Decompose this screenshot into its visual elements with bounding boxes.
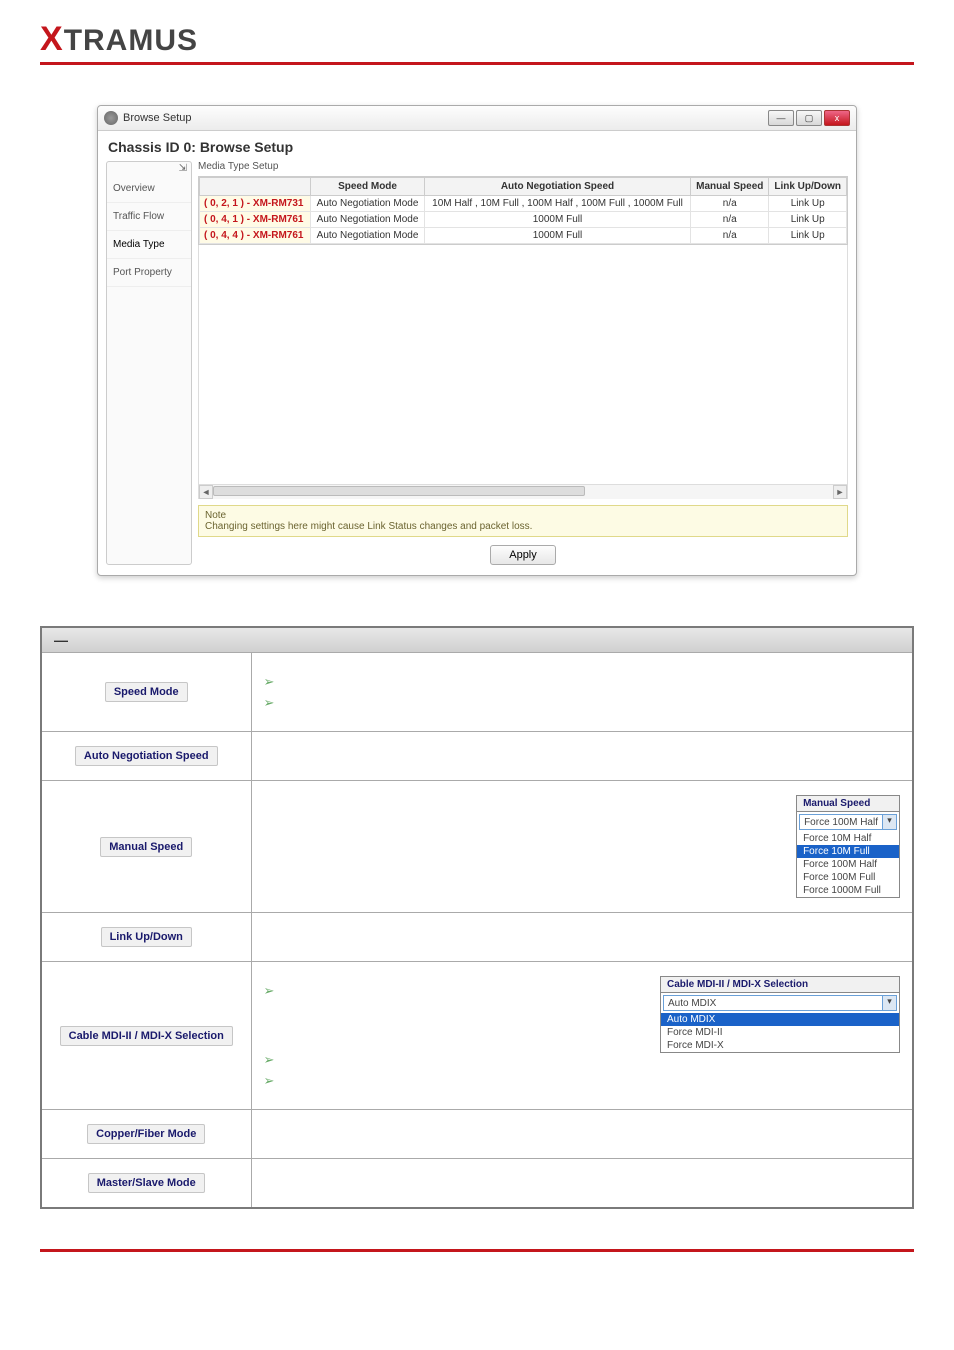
window-minimize-button[interactable]: — xyxy=(768,110,794,126)
apply-button[interactable]: Apply xyxy=(490,545,556,565)
cell-port: ( 0, 2, 1 ) - XM-RM731 xyxy=(200,196,311,212)
desc-link xyxy=(251,913,913,962)
content-label: Media Type Setup xyxy=(198,161,848,172)
chevron-down-icon: ▾ xyxy=(882,815,896,829)
scroll-right-icon[interactable]: ► xyxy=(833,485,847,499)
option[interactable]: Force 100M Half xyxy=(797,858,899,871)
col-speed-mode: Speed Mode xyxy=(311,178,425,196)
cell-link: Link Up xyxy=(769,228,847,244)
cable-select[interactable]: Auto MDIX ▾ xyxy=(663,995,897,1011)
chassis-heading: Chassis ID 0: Browse Setup xyxy=(108,139,848,155)
label-link: Link Up/Down xyxy=(101,927,192,947)
option[interactable]: Force MDI-II xyxy=(661,1026,899,1039)
sidebar-item-media-type[interactable]: Media Type xyxy=(107,231,191,259)
sidebar-item-port-property[interactable]: Port Property xyxy=(107,259,191,287)
cell-link: Link Up xyxy=(769,196,847,212)
option[interactable]: Auto MDIX xyxy=(661,1013,899,1026)
manual-speed-panel: Manual Speed Force 100M Half ▾ Force 10M… xyxy=(796,795,900,898)
label-speed-mode: Speed Mode xyxy=(105,682,188,702)
note-title: Note xyxy=(205,510,841,521)
logo-text: TRAMUS xyxy=(64,24,198,57)
table-row[interactable]: ( 0, 2, 1 ) - XM-RM731 Auto Negotiation … xyxy=(200,196,847,212)
cell-link: Link Up xyxy=(769,212,847,228)
col-manual: Manual Speed xyxy=(691,178,769,196)
col-link: Link Up/Down xyxy=(769,178,847,196)
label-master: Master/Slave Mode xyxy=(88,1173,205,1193)
gear-icon xyxy=(104,111,118,125)
label-copper: Copper/Fiber Mode xyxy=(87,1124,205,1144)
scroll-track[interactable] xyxy=(213,485,833,499)
cell-mode: Auto Negotiation Mode xyxy=(311,212,425,228)
cell-manual: n/a xyxy=(691,196,769,212)
desc-copper xyxy=(251,1110,913,1159)
note-box: Note Changing settings here might cause … xyxy=(198,505,848,537)
window-maximize-button[interactable]: ▢ xyxy=(796,110,822,126)
desc-speed-mode: ➢ ➢ xyxy=(251,653,913,732)
cell-port: ( 0, 4, 4 ) - XM-RM761 xyxy=(200,228,311,244)
note-body: Changing settings here might cause Link … xyxy=(205,521,841,532)
browse-setup-window: Browse Setup — ▢ x Chassis ID 0: Browse … xyxy=(97,105,857,576)
cable-panel: Cable MDI-II / MDI-X Selection Auto MDIX… xyxy=(660,976,900,1053)
select-value: Auto MDIX xyxy=(664,997,882,1010)
manual-speed-select[interactable]: Force 100M Half ▾ xyxy=(799,814,897,830)
window-close-button[interactable]: x xyxy=(824,110,850,126)
table-row[interactable]: ( 0, 4, 4 ) - XM-RM761 Auto Negotiation … xyxy=(200,228,847,244)
cell-auto: 10M Half , 10M Full , 100M Half , 100M F… xyxy=(424,196,690,212)
sidebar-item-traffic-flow[interactable]: Traffic Flow xyxy=(107,203,191,231)
cell-manual: n/a xyxy=(691,212,769,228)
bullet-icon: ➢ xyxy=(264,984,275,997)
desc-header: — xyxy=(41,627,913,653)
bullet-icon: ➢ xyxy=(264,696,275,709)
col-port xyxy=(200,178,311,196)
cell-manual: n/a xyxy=(691,228,769,244)
footer-rule xyxy=(40,1249,914,1252)
bullet-icon: ➢ xyxy=(264,1053,275,1066)
brand-header: XTRAMUS xyxy=(40,0,914,62)
table-blank-area xyxy=(198,245,848,485)
label-cable: Cable MDI-II / MDI-X Selection xyxy=(60,1026,233,1046)
scroll-thumb[interactable] xyxy=(213,486,585,496)
horizontal-scrollbar[interactable]: ◄ ► xyxy=(198,485,848,499)
content-area: Media Type Setup Speed Mode Auto Negotia… xyxy=(198,161,848,565)
window-titlebar: Browse Setup — ▢ x xyxy=(98,106,856,131)
sidebar: ⇲ Overview Traffic Flow Media Type Port … xyxy=(106,161,192,565)
logo: XTRAMUS xyxy=(40,20,198,59)
bullet-icon: ➢ xyxy=(264,1074,275,1087)
pin-icon[interactable]: ⇲ xyxy=(175,162,191,175)
header-rule xyxy=(40,62,914,65)
label-auto-neg: Auto Negotiation Speed xyxy=(75,746,218,766)
option[interactable]: Force 100M Full xyxy=(797,871,899,884)
chevron-down-icon: ▾ xyxy=(882,996,896,1010)
header-dash: — xyxy=(54,632,68,648)
desc-manual-speed: Manual Speed Force 100M Half ▾ Force 10M… xyxy=(251,781,913,913)
window-title: Browse Setup xyxy=(123,112,191,124)
select-value: Force 100M Half xyxy=(800,816,882,829)
description-table: — Speed Mode ➢ ➢ Auto Negotiation Speed … xyxy=(40,626,914,1209)
bullet-icon: ➢ xyxy=(264,675,275,688)
option[interactable]: Force 10M Full xyxy=(797,845,899,858)
desc-cable: ➢ ➢ ➢ Cable MDI-II / MDI-X Selection Aut… xyxy=(251,962,913,1110)
desc-master xyxy=(251,1159,913,1209)
panel-title: Manual Speed xyxy=(797,796,899,812)
cell-port: ( 0, 4, 1 ) - XM-RM761 xyxy=(200,212,311,228)
label-manual-speed: Manual Speed xyxy=(100,837,192,857)
cell-mode: Auto Negotiation Mode xyxy=(311,196,425,212)
col-auto-neg: Auto Negotiation Speed xyxy=(424,178,690,196)
scroll-left-icon[interactable]: ◄ xyxy=(199,485,213,499)
cell-auto: 1000M Full xyxy=(424,212,690,228)
option[interactable]: Force 10M Half xyxy=(797,832,899,845)
option[interactable]: Force 1000M Full xyxy=(797,884,899,897)
media-type-table: Speed Mode Auto Negotiation Speed Manual… xyxy=(199,177,847,244)
cell-mode: Auto Negotiation Mode xyxy=(311,228,425,244)
option[interactable]: Force MDI-X xyxy=(661,1039,899,1052)
table-row[interactable]: ( 0, 4, 1 ) - XM-RM761 Auto Negotiation … xyxy=(200,212,847,228)
sidebar-item-overview[interactable]: Overview xyxy=(107,175,191,203)
cell-auto: 1000M Full xyxy=(424,228,690,244)
logo-x: X xyxy=(40,20,64,58)
desc-auto-neg xyxy=(251,732,913,781)
panel-title: Cable MDI-II / MDI-X Selection xyxy=(661,977,899,993)
